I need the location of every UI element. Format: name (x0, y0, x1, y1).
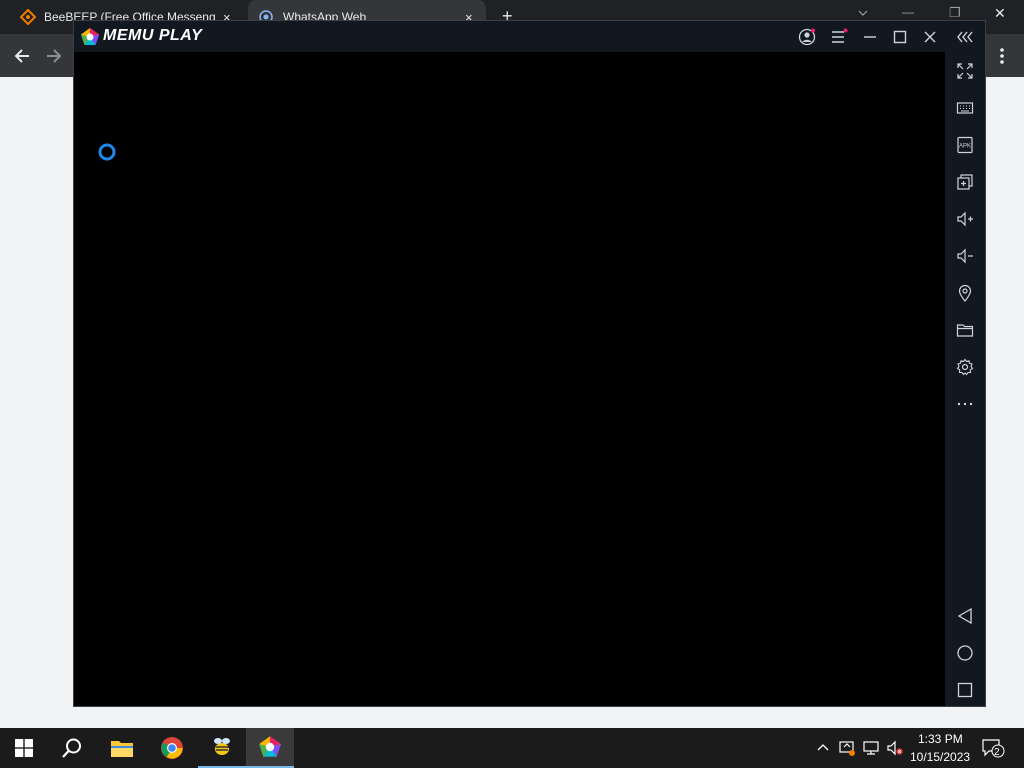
multi-instance-icon[interactable] (955, 172, 975, 192)
window-minimize-button[interactable]: — (902, 5, 914, 19)
fullscreen-icon[interactable] (955, 61, 975, 81)
back-icon[interactable] (955, 606, 975, 626)
location-icon[interactable] (955, 283, 975, 303)
window-close-button[interactable]: ✕ (994, 5, 1006, 22)
collapse-sidebar-icon[interactable] (956, 28, 976, 51)
chrome-icon[interactable] (148, 728, 196, 768)
notification-badge: 2 (994, 747, 1000, 758)
apk-label: APK (959, 144, 971, 150)
loading-spinner-icon (97, 142, 117, 167)
keyboard-icon[interactable] (955, 98, 975, 118)
clock-date[interactable]: 10/15/2023 (910, 750, 970, 764)
search-icon[interactable] (48, 728, 96, 768)
windows-start-icon[interactable] (0, 728, 48, 768)
forward-arrow-icon[interactable] (44, 46, 64, 71)
memu-logo-icon (80, 27, 100, 52)
file-explorer-icon[interactable] (98, 728, 146, 768)
windows-taskbar: 1:33 PM 10/15/2023 2 (0, 728, 1024, 768)
home-icon[interactable] (955, 643, 975, 663)
memu-titlebar: MEMU PLAY (74, 21, 985, 52)
memu-sidebar: APK (945, 52, 985, 706)
minimize-icon[interactable] (861, 28, 879, 51)
window-restore-button[interactable]: ❐ (949, 5, 961, 21)
memu-logo-text: MEMU PLAY (103, 27, 203, 44)
beebeep-icon[interactable] (198, 728, 246, 768)
clock-time[interactable]: 1:33 PM (918, 732, 963, 746)
more-icon[interactable] (955, 394, 975, 414)
maximize-icon[interactable] (891, 28, 909, 51)
volume-muted-icon[interactable] (886, 739, 904, 762)
android-screen[interactable] (74, 52, 945, 706)
back-arrow-icon[interactable] (12, 46, 32, 71)
apk-icon[interactable]: APK (955, 135, 975, 155)
network-icon[interactable] (862, 739, 880, 762)
settings-icon[interactable] (955, 357, 975, 377)
volume-down-icon[interactable] (955, 246, 975, 266)
account-icon[interactable] (798, 28, 816, 51)
memu-taskbar-icon[interactable] (246, 728, 294, 768)
memu-window: MEMU PLAY APK (73, 20, 986, 707)
folder-icon[interactable] (955, 320, 975, 340)
close-icon[interactable] (921, 28, 939, 51)
beebeep-tab-icon (20, 9, 36, 25)
recents-icon[interactable] (955, 680, 975, 700)
volume-up-icon[interactable] (955, 209, 975, 229)
menu-icon[interactable] (830, 28, 848, 51)
browser-menu-icon[interactable] (994, 46, 1010, 71)
tray-chevron-icon[interactable] (816, 741, 830, 760)
tray-app-icon[interactable] (838, 739, 856, 762)
